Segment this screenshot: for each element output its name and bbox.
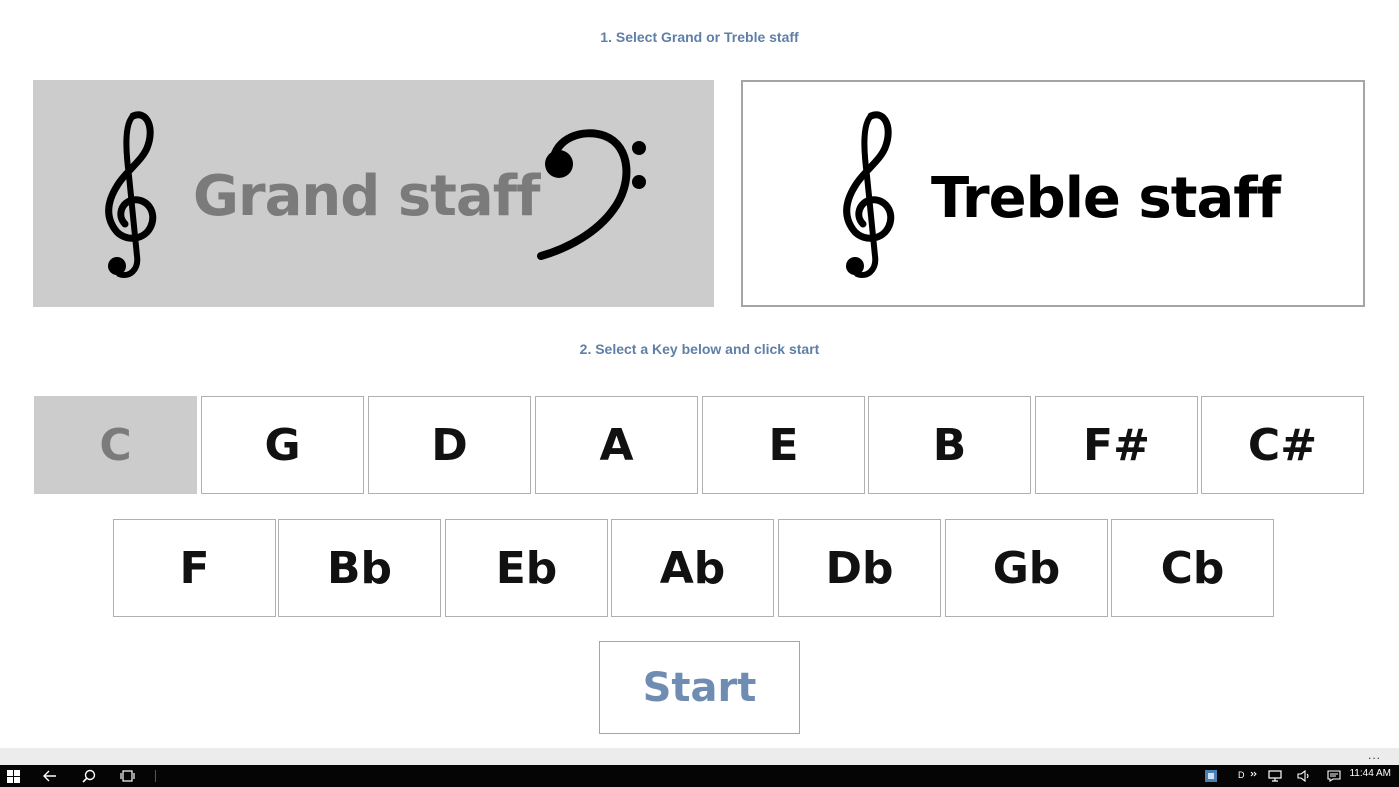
back-arrow-icon[interactable] (42, 768, 58, 784)
key-button-e[interactable]: E (702, 396, 865, 494)
chevron-icon[interactable] (1249, 766, 1259, 782)
start-button[interactable]: Start (599, 641, 800, 734)
key-button-f-sharp[interactable]: F# (1035, 396, 1198, 494)
taskbar-divider (155, 768, 157, 784)
step-2-heading: 2. Select a Key below and click start (579, 341, 820, 357)
bass-clef-icon (537, 129, 646, 260)
key-button-a[interactable]: A (535, 396, 698, 494)
step-1-heading: 1. Select Grand or Treble staff (600, 29, 799, 45)
treble-clef-icon (105, 111, 157, 278)
search-icon[interactable] (81, 768, 97, 784)
grand-staff-option[interactable]: Grand staff (33, 80, 714, 307)
taskbar: D 11:44 AM (0, 765, 1399, 787)
key-button-b-flat[interactable]: Bb (278, 519, 441, 617)
key-button-c-flat[interactable]: Cb (1111, 519, 1274, 617)
grand-staff-label: Grand staff (193, 164, 540, 229)
treble-staff-label: Treble staff (931, 166, 1281, 231)
key-button-e-flat[interactable]: Eb (445, 519, 608, 617)
key-button-g[interactable]: G (201, 396, 364, 494)
key-button-g-flat[interactable]: Gb (945, 519, 1108, 617)
network-icon[interactable] (1267, 768, 1283, 784)
treble-staff-option[interactable]: Treble staff (741, 80, 1365, 307)
windows-start-icon[interactable] (6, 768, 20, 784)
key-button-d-flat[interactable]: Db (778, 519, 941, 617)
key-button-b[interactable]: B (868, 396, 1031, 494)
key-button-a-flat[interactable]: Ab (611, 519, 774, 617)
volume-icon[interactable] (1296, 768, 1312, 784)
key-button-d[interactable]: D (368, 396, 531, 494)
task-view-icon[interactable] (119, 768, 135, 784)
action-center-icon[interactable] (1326, 768, 1342, 784)
key-button-f[interactable]: F (113, 519, 276, 617)
key-button-c-sharp[interactable]: C# (1201, 396, 1364, 494)
more-options-button[interactable]: ... (1368, 748, 1381, 762)
app-bar: ... (0, 748, 1399, 765)
input-language-indicator[interactable]: D (1238, 770, 1245, 780)
key-button-c[interactable]: C (34, 396, 197, 494)
treble-clef-icon (843, 111, 895, 278)
notification-app-icon[interactable] (1204, 768, 1218, 784)
taskbar-clock[interactable]: 11:44 AM (1349, 768, 1391, 779)
